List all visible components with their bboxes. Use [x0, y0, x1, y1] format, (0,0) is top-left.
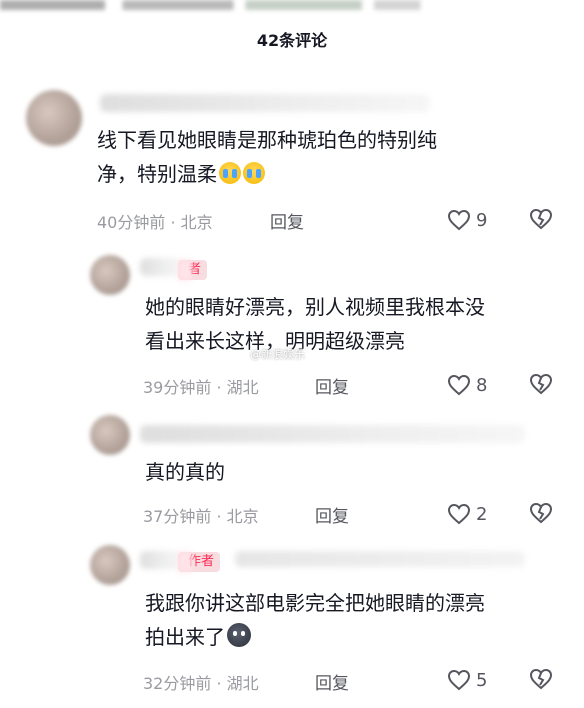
reply-button[interactable]: 回复 — [315, 669, 349, 694]
heart-icon — [447, 669, 471, 691]
author-badge: 作者 — [178, 552, 221, 572]
author-badge: 者 — [178, 260, 208, 280]
crying-face-icon — [243, 162, 265, 184]
comment-meta: 39分钟前 · 湖北 — [143, 378, 259, 397]
avatar[interactable] — [26, 90, 82, 146]
dark-face-icon — [227, 623, 251, 647]
comment-location: 湖北 — [226, 378, 259, 397]
comment-time: 37分钟前 — [143, 507, 212, 526]
heart-icon — [447, 209, 471, 231]
like-button[interactable]: 5 — [447, 668, 487, 692]
like-button[interactable]: 2 — [447, 502, 487, 526]
heart-icon — [447, 503, 471, 525]
like-button[interactable]: 9 — [447, 208, 487, 232]
comment-text-line2: 净，特别温柔 — [97, 162, 217, 186]
broken-heart-icon[interactable] — [529, 372, 553, 396]
comment-meta: 40分钟前 · 北京 — [97, 213, 213, 232]
username-blurred[interactable] — [140, 425, 525, 443]
reply-button[interactable]: 回复 — [270, 208, 304, 233]
like-count: 8 — [476, 374, 488, 396]
broken-heart-icon[interactable] — [529, 207, 553, 231]
reply-button[interactable]: 回复 — [315, 373, 349, 398]
username-blurred — [235, 551, 525, 567]
status-bar-blurred — [0, 0, 584, 10]
comment-meta: 37分钟前 · 北京 — [143, 507, 259, 526]
username-blurred[interactable] — [140, 258, 180, 276]
comment-text-line1: 线下看见她眼睛是那种琥珀色的特别纯 — [97, 128, 437, 152]
avatar[interactable] — [90, 415, 130, 455]
avatar[interactable] — [90, 545, 130, 585]
watermark: @新浪娱乐 — [250, 348, 305, 361]
comment-meta: 32分钟前 · 湖北 — [143, 674, 259, 693]
comment-location: 北京 — [180, 213, 213, 232]
broken-heart-icon[interactable] — [529, 501, 553, 525]
comment-text-line2: 拍出来了 — [145, 625, 225, 649]
comment-text: 真的真的 — [145, 455, 225, 489]
heart-icon — [447, 374, 471, 396]
comment-text: 线下看见她眼睛是那种琥珀色的特别纯 净，特别温柔 — [97, 123, 437, 191]
comment-text-line1: 她的眼睛好漂亮，别人视频里我根本没 — [145, 295, 485, 319]
comment-text: 我跟你讲这部电影完全把她眼睛的漂亮 拍出来了 — [145, 586, 485, 654]
comment-text-line1: 我跟你讲这部电影完全把她眼睛的漂亮 — [145, 591, 485, 615]
reply-button[interactable]: 回复 — [315, 502, 349, 527]
comment-time: 39分钟前 — [143, 378, 212, 397]
like-count: 2 — [476, 503, 488, 525]
avatar[interactable] — [90, 255, 130, 295]
comments-count-title: 42条评论 — [256, 31, 328, 50]
comment-text: 她的眼睛好漂亮，别人视频里我根本没 看出来长这样，明明超级漂亮 — [145, 290, 485, 358]
comment-location: 湖北 — [226, 674, 259, 693]
comment-location: 北京 — [226, 507, 259, 526]
broken-heart-icon[interactable] — [529, 667, 553, 691]
like-button[interactable]: 8 — [447, 373, 487, 397]
like-count: 5 — [476, 669, 488, 691]
username-blurred[interactable] — [140, 551, 180, 569]
comment-text-line1: 真的真的 — [145, 460, 225, 484]
comment-time: 40分钟前 — [97, 213, 166, 232]
username-blurred[interactable] — [100, 94, 430, 112]
crying-face-icon — [219, 162, 241, 184]
comment-time: 32分钟前 — [143, 674, 212, 693]
like-count: 9 — [476, 209, 488, 231]
